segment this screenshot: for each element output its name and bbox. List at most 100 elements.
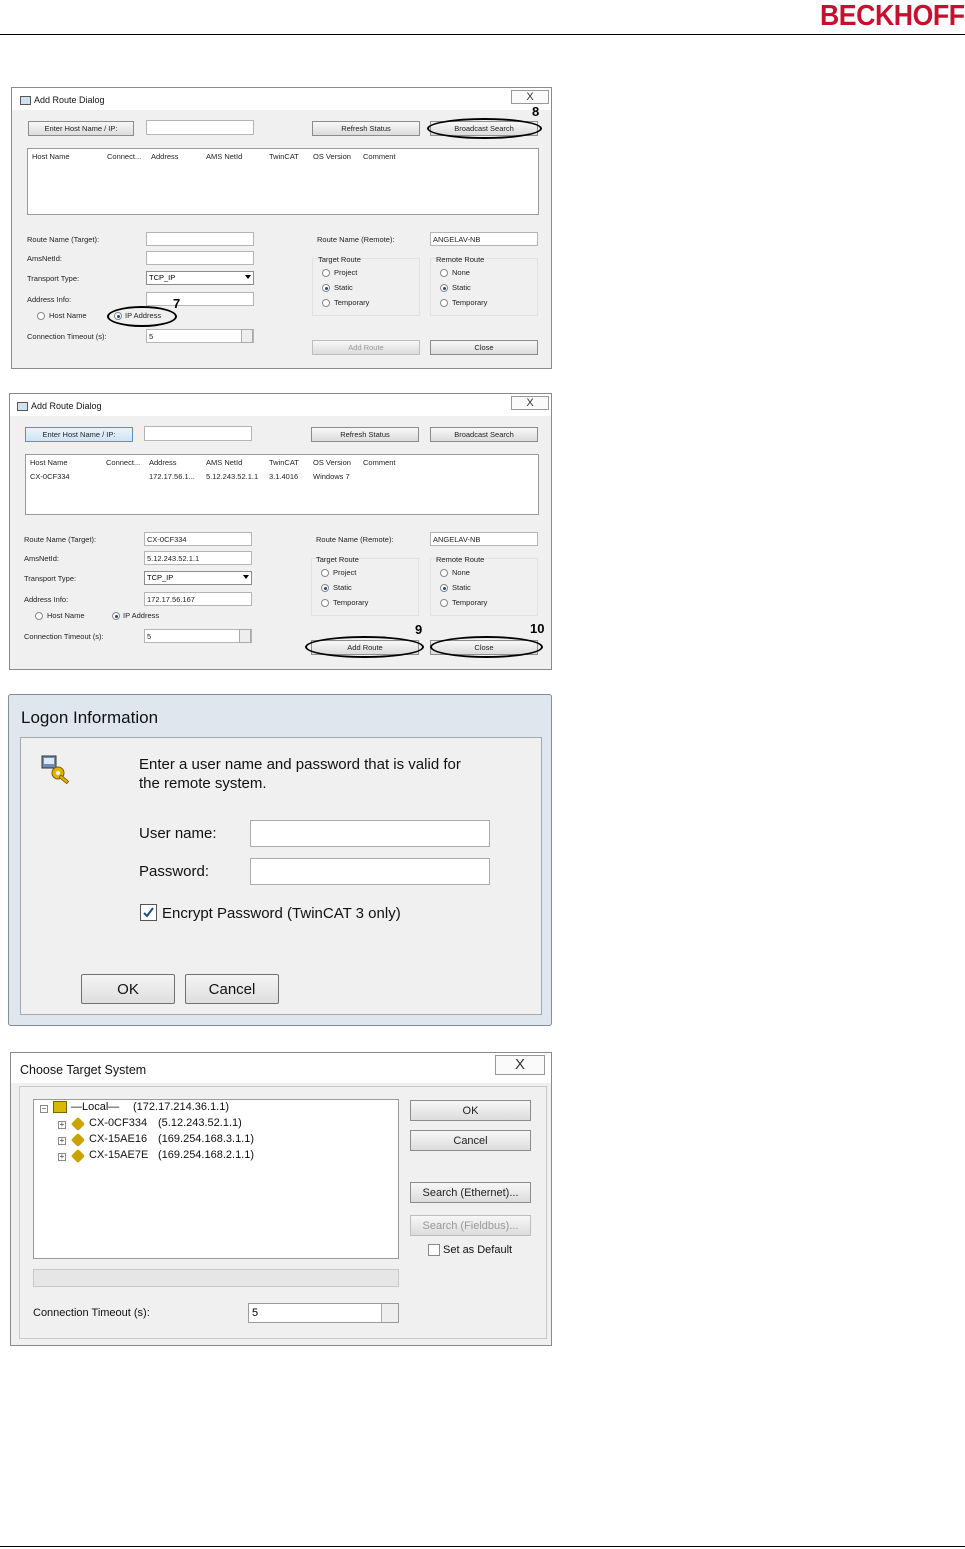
col-connect[interactable]: Connect...: [107, 152, 141, 161]
target-route-label: Target Route: [316, 555, 359, 564]
expand-icon[interactable]: +: [58, 1153, 66, 1161]
remote-temporary-label: Temporary: [452, 598, 488, 607]
expand-icon[interactable]: +: [58, 1121, 66, 1129]
timeout-spinner[interactable]: [239, 629, 251, 643]
callout-8: 8: [532, 104, 540, 119]
target-temporary-radio[interactable]: [322, 299, 330, 307]
remote-none-label: None: [452, 568, 470, 577]
target-static-label: Static: [334, 283, 353, 292]
col-address[interactable]: Address: [151, 152, 179, 161]
tree-item-local-name: —Local—: [71, 1101, 120, 1113]
route-name-target-input[interactable]: CX-0CF334: [144, 532, 252, 546]
user-name-input[interactable]: [250, 820, 490, 847]
transport-type-value: TCP_IP: [149, 273, 176, 282]
col-comment[interactable]: Comment: [363, 152, 396, 161]
set-default-checkbox[interactable]: [428, 1244, 440, 1256]
host-name-radio[interactable]: [35, 612, 43, 620]
checkmark-icon: [143, 907, 154, 918]
ip-address-radio[interactable]: [112, 612, 120, 620]
host-list[interactable]: Host Name Connect... Address AMS NetId T…: [27, 148, 539, 215]
host-name-radio[interactable]: [37, 312, 45, 320]
tree-item-name: CX-0CF334: [89, 1117, 148, 1129]
close-button[interactable]: Close: [430, 340, 538, 355]
add-route-dialog-2: Add Route Dialog X Enter Host Name / IP:…: [9, 393, 552, 670]
close-icon[interactable]: X: [511, 90, 549, 104]
close-icon[interactable]: X: [495, 1055, 545, 1075]
header-rule: [0, 34, 965, 35]
password-label: Password:: [139, 863, 210, 880]
col-address[interactable]: Address: [149, 458, 177, 467]
target-device-icon: [70, 1148, 86, 1164]
remote-static-radio[interactable]: [440, 284, 448, 292]
address-info-input[interactable]: 172.17.56.167: [144, 592, 252, 606]
transport-type-value: TCP_IP: [147, 573, 174, 582]
remote-temporary-radio[interactable]: [440, 599, 448, 607]
col-connect[interactable]: Connect...: [106, 458, 140, 467]
route-name-target-input[interactable]: [146, 232, 254, 246]
host-ip-input[interactable]: [146, 120, 254, 135]
target-static-radio[interactable]: [322, 284, 330, 292]
col-ams-netid[interactable]: AMS NetId: [206, 152, 242, 161]
col-host-name[interactable]: Host Name: [30, 458, 68, 467]
expand-icon[interactable]: +: [58, 1137, 66, 1145]
cell-address: 172.17.56.1...: [149, 472, 195, 481]
remote-static-label: Static: [452, 583, 471, 592]
target-project-radio[interactable]: [322, 269, 330, 277]
route-name-remote-input[interactable]: ANGELAV-NB: [430, 532, 538, 546]
route-name-target-label: Route Name (Target):: [24, 535, 97, 544]
remote-none-radio[interactable]: [440, 269, 448, 277]
password-input[interactable]: [250, 858, 490, 885]
target-static-radio[interactable]: [321, 584, 329, 592]
transport-type-select[interactable]: TCP_IP: [146, 271, 254, 285]
col-comment[interactable]: Comment: [363, 458, 396, 467]
broadcast-search-button[interactable]: Broadcast Search: [430, 427, 538, 442]
remote-temporary-label: Temporary: [452, 298, 488, 307]
remote-static-radio[interactable]: [440, 584, 448, 592]
remote-none-radio[interactable]: [440, 569, 448, 577]
host-list[interactable]: Host Name Connect... Address AMS NetId T…: [25, 454, 539, 515]
encrypt-password-checkbox[interactable]: [140, 904, 157, 921]
ok-button[interactable]: OK: [81, 974, 175, 1004]
amsnetid-input[interactable]: [146, 251, 254, 265]
cancel-button[interactable]: Cancel: [410, 1130, 531, 1151]
col-twincat[interactable]: TwinCAT: [269, 152, 299, 161]
route-name-remote-label: Route Name (Remote):: [317, 235, 395, 244]
transport-type-label: Transport Type:: [24, 574, 77, 583]
enter-host-button[interactable]: Enter Host Name / IP:: [25, 427, 133, 442]
refresh-status-button[interactable]: Refresh Status: [311, 427, 419, 442]
timeout-input[interactable]: 5: [146, 329, 254, 343]
route-name-remote-input[interactable]: ANGELAV-NB: [430, 232, 538, 246]
target-temporary-radio[interactable]: [321, 599, 329, 607]
address-info-input[interactable]: [146, 292, 254, 306]
col-ams-netid[interactable]: AMS NetId: [206, 458, 242, 467]
search-ethernet-button[interactable]: Search (Ethernet)...: [410, 1182, 531, 1203]
col-host-name[interactable]: Host Name: [32, 152, 70, 161]
amsnetid-input[interactable]: 5.12.243.52.1.1: [144, 551, 252, 565]
timeout-input[interactable]: 5: [248, 1303, 399, 1323]
cancel-button[interactable]: Cancel: [185, 974, 279, 1004]
timeout-spinner[interactable]: [381, 1304, 398, 1322]
target-tree[interactable]: − —Local— (172.17.214.36.1.1) + CX-0CF33…: [33, 1099, 399, 1259]
transport-type-select[interactable]: TCP_IP: [144, 571, 252, 585]
close-icon[interactable]: X: [511, 396, 549, 410]
host-ip-input[interactable]: [144, 426, 252, 441]
refresh-status-button[interactable]: Refresh Status: [312, 121, 420, 136]
highlight-ellipse-8: [427, 118, 542, 139]
search-fieldbus-button[interactable]: Search (Fieldbus)...: [410, 1215, 531, 1236]
cell-twincat: 3.1.4016: [269, 472, 299, 481]
route-name-remote-label: Route Name (Remote):: [316, 535, 394, 544]
collapse-icon[interactable]: −: [40, 1105, 48, 1113]
ok-button[interactable]: OK: [410, 1100, 531, 1121]
callout-9: 9: [415, 622, 423, 637]
remote-temporary-radio[interactable]: [440, 299, 448, 307]
col-twincat[interactable]: TwinCAT: [269, 458, 299, 467]
col-os-version[interactable]: OS Version: [313, 458, 351, 467]
tree-item-name: CX-15AE7E: [89, 1149, 149, 1161]
timeout-spinner[interactable]: [241, 329, 253, 343]
logon-panel: Enter a user name and password that is v…: [20, 737, 542, 1015]
add-route-button[interactable]: Add Route: [312, 340, 420, 355]
enter-host-button[interactable]: Enter Host Name / IP:: [28, 121, 134, 136]
timeout-input[interactable]: 5: [144, 629, 252, 643]
col-os-version[interactable]: OS Version: [313, 152, 351, 161]
target-project-radio[interactable]: [321, 569, 329, 577]
